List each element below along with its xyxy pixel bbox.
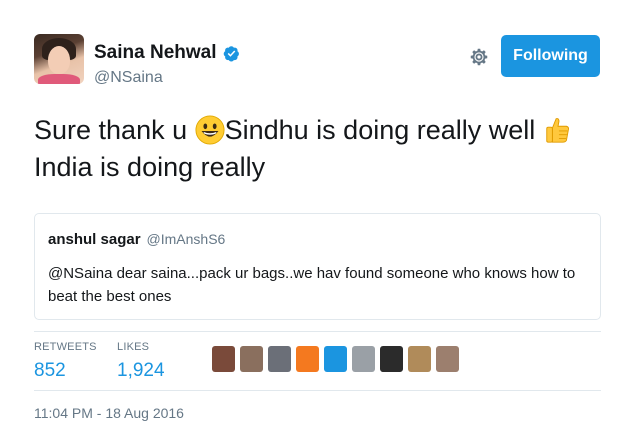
author-handle[interactable]: @NSaina	[94, 69, 163, 87]
tweet-text-part2: Sindhu is doing really well	[224, 115, 543, 145]
thumbs-up-icon	[546, 118, 569, 143]
author-name-row[interactable]: Saina Nehwal	[94, 42, 240, 64]
liker-avatar-1[interactable]	[212, 346, 235, 372]
tweet-text: Sure thank u Sindhu is doing really well…	[34, 112, 614, 186]
profile-avatar[interactable]	[34, 34, 84, 84]
retweets-label: RETWEETS	[34, 341, 97, 353]
liker-avatar-9[interactable]	[436, 346, 459, 372]
liker-avatar-8[interactable]	[408, 346, 431, 372]
quoted-author-handle[interactable]: @ImAnshS6	[147, 231, 226, 247]
liker-avatar-6[interactable]	[352, 346, 375, 372]
liker-avatar-3[interactable]	[268, 346, 291, 372]
quoted-tweet[interactable]: anshul sagar @ImAnshS6 @NSaina dear sain…	[34, 213, 601, 320]
likes-stat[interactable]: LIKES 1,924	[117, 341, 165, 382]
liker-avatar-4[interactable]	[296, 346, 319, 372]
retweets-count[interactable]: 852	[34, 360, 97, 382]
verified-badge-icon	[223, 45, 239, 61]
likes-label: LIKES	[117, 341, 150, 353]
smiley-face-icon	[195, 115, 225, 145]
liker-avatars	[212, 346, 459, 372]
liker-avatar-5[interactable]	[324, 346, 347, 372]
retweets-stat[interactable]: RETWEETS 852	[34, 341, 97, 382]
stats-bottom-divider	[34, 390, 601, 391]
liker-avatar-7[interactable]	[380, 346, 403, 372]
likes-count[interactable]: 1,924	[117, 360, 165, 382]
tweet-timestamp[interactable]: 11:04 PM - 18 Aug 2016	[34, 405, 184, 421]
gear-icon[interactable]	[468, 46, 490, 68]
quoted-tweet-text: @NSaina dear saina...pack ur bags..we ha…	[48, 265, 576, 305]
stats-top-divider	[34, 331, 601, 332]
quoted-author-name[interactable]: anshul sagar	[48, 231, 141, 248]
following-button[interactable]: Following	[501, 35, 600, 77]
author-display-name[interactable]: Saina Nehwal	[94, 42, 217, 64]
liker-avatar-2[interactable]	[240, 346, 263, 372]
tweet-text-part3: India is doing really	[34, 152, 266, 182]
tweet-text-part1: Sure thank u	[34, 115, 195, 145]
